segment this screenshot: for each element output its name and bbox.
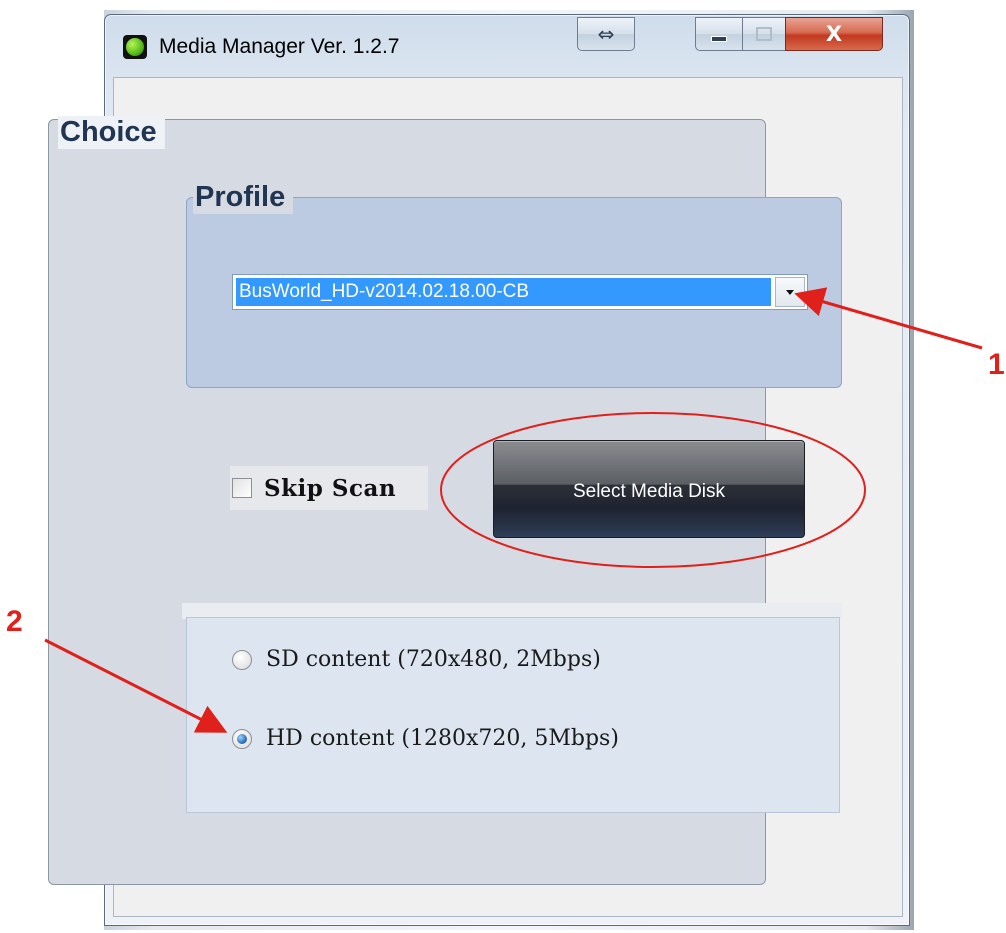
annotation-label-1: 1 — [988, 348, 1005, 381]
minimize-button[interactable] — [695, 17, 743, 51]
sd-content-radio[interactable] — [232, 649, 252, 670]
profile-legend: Profile — [193, 181, 294, 214]
sd-content-label: SD content (720x480, 2Mbps) — [266, 647, 601, 672]
skip-scan-option[interactable]: Skip Scan — [230, 466, 428, 510]
double-arrow-icon: ⇔ — [597, 22, 615, 46]
close-button[interactable]: X — [785, 17, 883, 51]
window-title: Media Manager Ver. 1.2.7 — [159, 35, 400, 58]
dropdown-arrow-button[interactable] — [775, 277, 805, 307]
select-media-disk-label: Select Media Disk — [572, 481, 726, 502]
close-icon: X — [825, 22, 843, 46]
sd-content-option[interactable]: SD content (720x480, 2Mbps) — [232, 647, 601, 672]
title-bar[interactable]: Media Manager Ver. 1.2.7 ⇔ X — [105, 15, 909, 79]
app-icon — [123, 35, 147, 59]
skip-scan-checkbox[interactable] — [232, 478, 252, 498]
skip-scan-label: Skip Scan — [264, 474, 397, 502]
hd-content-radio[interactable] — [232, 728, 252, 749]
maximize-icon — [756, 27, 772, 41]
choice-legend: Choice — [58, 116, 165, 149]
profile-dropdown[interactable]: BusWorld_HD-v2014.02.18.00-CB — [232, 274, 808, 310]
chevron-down-icon — [786, 289, 794, 295]
minimize-icon — [711, 36, 727, 42]
select-media-disk-button[interactable]: Select Media Disk — [493, 440, 805, 538]
profile-dropdown-value: BusWorld_HD-v2014.02.18.00-CB — [236, 278, 771, 306]
resize-toggle-button[interactable]: ⇔ — [577, 17, 635, 51]
annotation-label-2: 2 — [6, 605, 23, 638]
maximize-button — [742, 17, 786, 51]
hd-content-label: HD content (1280x720, 5Mbps) — [266, 726, 619, 751]
hd-content-option[interactable]: HD content (1280x720, 5Mbps) — [232, 726, 619, 751]
